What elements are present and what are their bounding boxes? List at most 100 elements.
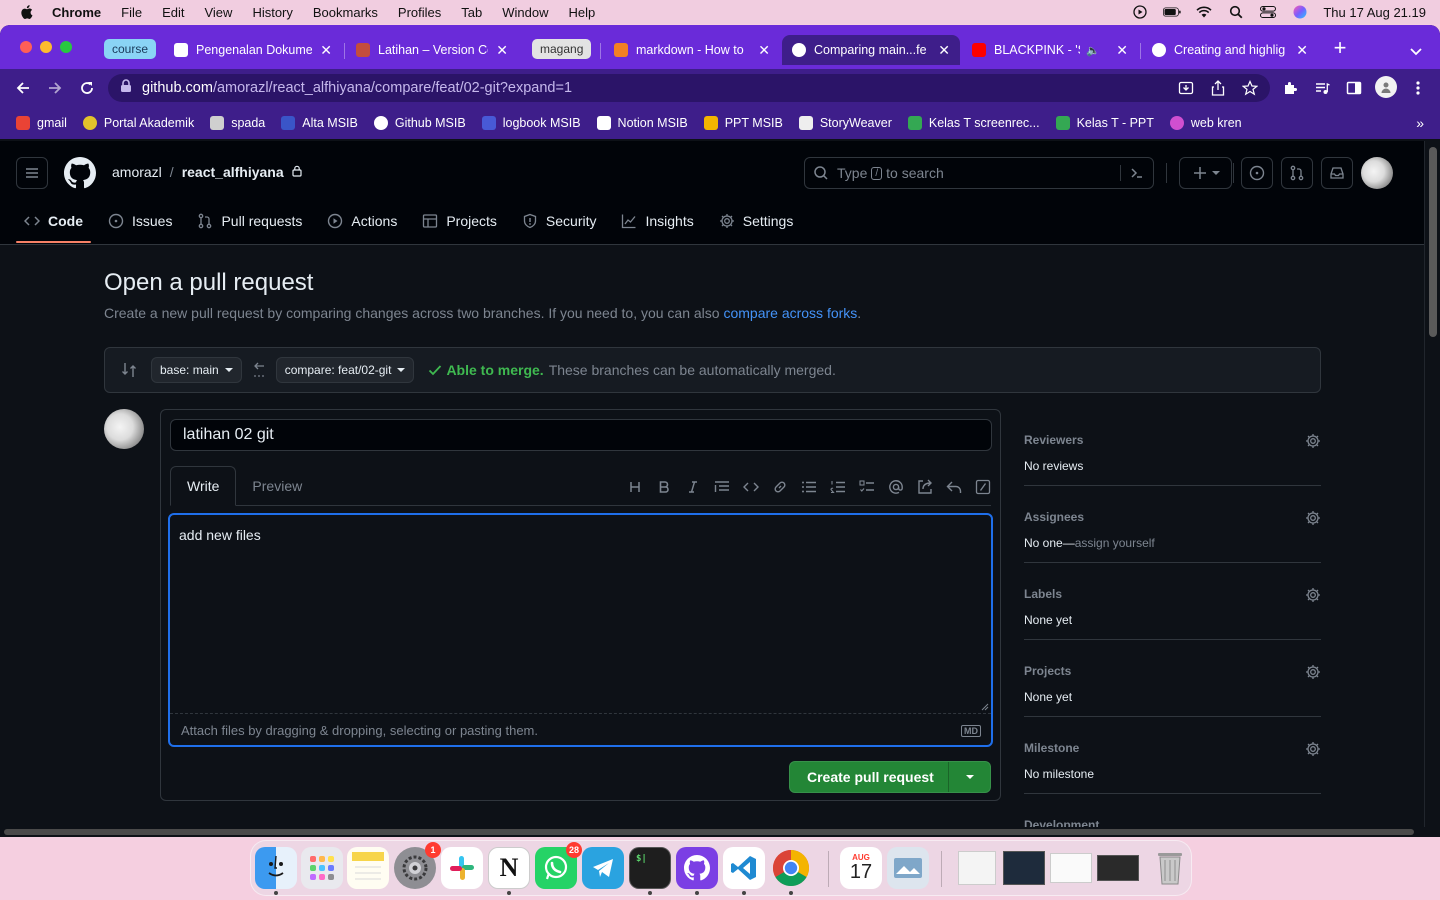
issues-shortcut-button[interactable] [1241,157,1273,189]
sidebar-heading[interactable]: Projects [1024,664,1071,678]
chevron-down-icon[interactable] [949,775,990,779]
task-list-icon[interactable] [858,478,876,496]
whatsapp-icon[interactable]: 28 [535,842,582,889]
command-palette-icon[interactable] [1120,165,1145,181]
bookmark-logbook-msib[interactable]: logbook MSIB [481,116,581,130]
tab-search-icon[interactable] [1410,43,1422,61]
minimize-window-button[interactable] [40,41,52,53]
vscode-icon[interactable] [723,847,765,889]
recent-window-thumbnail[interactable] [1050,853,1092,883]
bookmark-gmail[interactable]: gmail [16,116,67,130]
tab-latihan[interactable]: Latihan – Version Co ✕ [346,35,518,65]
sidebar-heading[interactable]: Labels [1024,587,1062,601]
terminal-icon[interactable]: $| [629,847,671,889]
tab-group-magang[interactable]: magang [532,39,592,59]
tab-markdown[interactable]: markdown - How to ✕ [604,35,780,65]
gear-icon[interactable] [1305,510,1321,526]
close-window-button[interactable] [20,41,32,53]
recent-window-thumbnail[interactable] [1003,851,1045,885]
tab-pull-requests[interactable]: Pull requests [189,199,310,243]
apple-icon[interactable] [18,3,36,21]
extensions-icon[interactable] [1281,79,1299,97]
share-icon[interactable] [1209,79,1227,97]
lock-icon[interactable] [120,79,132,97]
attach-files-hint[interactable]: Attach files by dragging & dropping, sel… [181,723,538,738]
forward-icon[interactable] [42,75,68,101]
finder-icon[interactable] [255,847,297,889]
recent-window-thumbnail[interactable] [1097,855,1139,881]
gear-icon[interactable] [1305,741,1321,757]
code-icon[interactable] [742,478,760,496]
tab-projects[interactable]: Projects [414,199,505,243]
chrome-menu-icon[interactable] [1409,79,1427,97]
tab-comparing[interactable]: Comparing main...fe ✕ [782,35,960,65]
gear-icon[interactable] [1305,433,1321,449]
spotlight-search-icon[interactable] [1227,5,1245,19]
screen-record-icon[interactable] [1131,5,1149,19]
tab-preview[interactable]: Preview [236,466,318,506]
address-bar[interactable]: github.com/amorazl/react_alfhiyana/compa… [108,74,1270,102]
notes-icon[interactable] [347,847,389,889]
gear-icon[interactable] [1305,587,1321,603]
bookmark-spada[interactable]: spada [210,116,265,130]
unordered-list-icon[interactable] [800,478,818,496]
menu-window[interactable]: Window [502,5,548,20]
menu-edit[interactable]: Edit [162,5,184,20]
system-settings-icon[interactable]: 1 [394,842,441,889]
hamburger-menu-button[interactable] [16,157,48,189]
new-tab-button[interactable]: + [1330,35,1350,61]
media-controls-icon[interactable] [1313,79,1331,97]
calendar-icon[interactable]: AUG 17 [840,847,882,889]
link-icon[interactable] [771,478,789,496]
tab-blackpink[interactable]: BLACKPINK - 'S 🔈 ✕ [962,35,1138,65]
search-input[interactable]: Type / to search [804,157,1154,189]
reply-icon[interactable] [945,478,963,496]
reload-icon[interactable] [74,75,100,101]
gear-icon[interactable] [1305,664,1321,680]
back-icon[interactable] [10,75,36,101]
tab-actions[interactable]: Actions [319,199,405,243]
preview-icon[interactable] [887,847,929,889]
inbox-button[interactable] [1321,157,1353,189]
tab-group-course[interactable]: course [104,39,157,59]
menu-app-name[interactable]: Chrome [52,5,101,20]
tab-settings[interactable]: Settings [711,199,802,243]
chrome-icon[interactable] [770,847,812,889]
compare-forks-link[interactable]: compare across forks [723,305,857,321]
bookmark-kelas-t-screenrec[interactable]: Kelas T screenrec... [907,116,1040,130]
tab-creating[interactable]: Creating and highlig ✕ [1142,35,1318,65]
zoom-window-button[interactable] [60,41,72,53]
sidebar-heading[interactable]: Reviewers [1024,433,1083,447]
sidebar-heading[interactable]: Assignees [1024,510,1084,524]
menu-profiles[interactable]: Profiles [398,5,441,20]
bookmark-github-msib[interactable]: Github MSIB [373,116,466,130]
repo-owner-link[interactable]: amorazl [112,164,162,180]
telegram-icon[interactable] [582,847,624,889]
close-icon[interactable]: ✕ [312,42,332,59]
bookmark-web-kren[interactable]: web kren [1169,116,1242,130]
close-icon[interactable]: ✕ [488,42,508,59]
heading-icon[interactable] [626,478,644,496]
pull-requests-shortcut-button[interactable] [1281,157,1313,189]
horizontal-scrollbar[interactable] [0,827,1424,837]
bookmark-kelas-t-ppt[interactable]: Kelas T - PPT [1055,116,1154,130]
menu-clock[interactable]: Thu 17 Aug 21.19 [1323,5,1426,20]
bookmark-alta-msib[interactable]: Alta MSIB [281,116,358,130]
menu-file[interactable]: File [121,5,142,20]
close-icon[interactable]: ✕ [930,42,950,59]
install-app-icon[interactable] [1177,79,1195,97]
base-branch-select[interactable]: base: main [151,357,242,383]
tab-security[interactable]: Security [514,199,605,243]
slack-icon[interactable] [441,847,483,889]
profile-avatar-icon[interactable] [1375,76,1397,98]
side-panel-icon[interactable] [1345,79,1363,97]
control-center-icon[interactable] [1259,5,1277,19]
menu-bookmarks[interactable]: Bookmarks [313,5,378,20]
speaker-icon[interactable]: 🔈 [1086,44,1100,57]
tab-insights[interactable]: Insights [613,199,701,243]
bookmark-portal-akademik[interactable]: Portal Akademik [82,116,194,130]
compare-branch-select[interactable]: compare: feat/02-git [275,357,415,383]
resize-handle-icon[interactable] [981,703,989,711]
assign-yourself-link[interactable]: assign yourself [1075,536,1155,550]
ordered-list-icon[interactable] [829,478,847,496]
